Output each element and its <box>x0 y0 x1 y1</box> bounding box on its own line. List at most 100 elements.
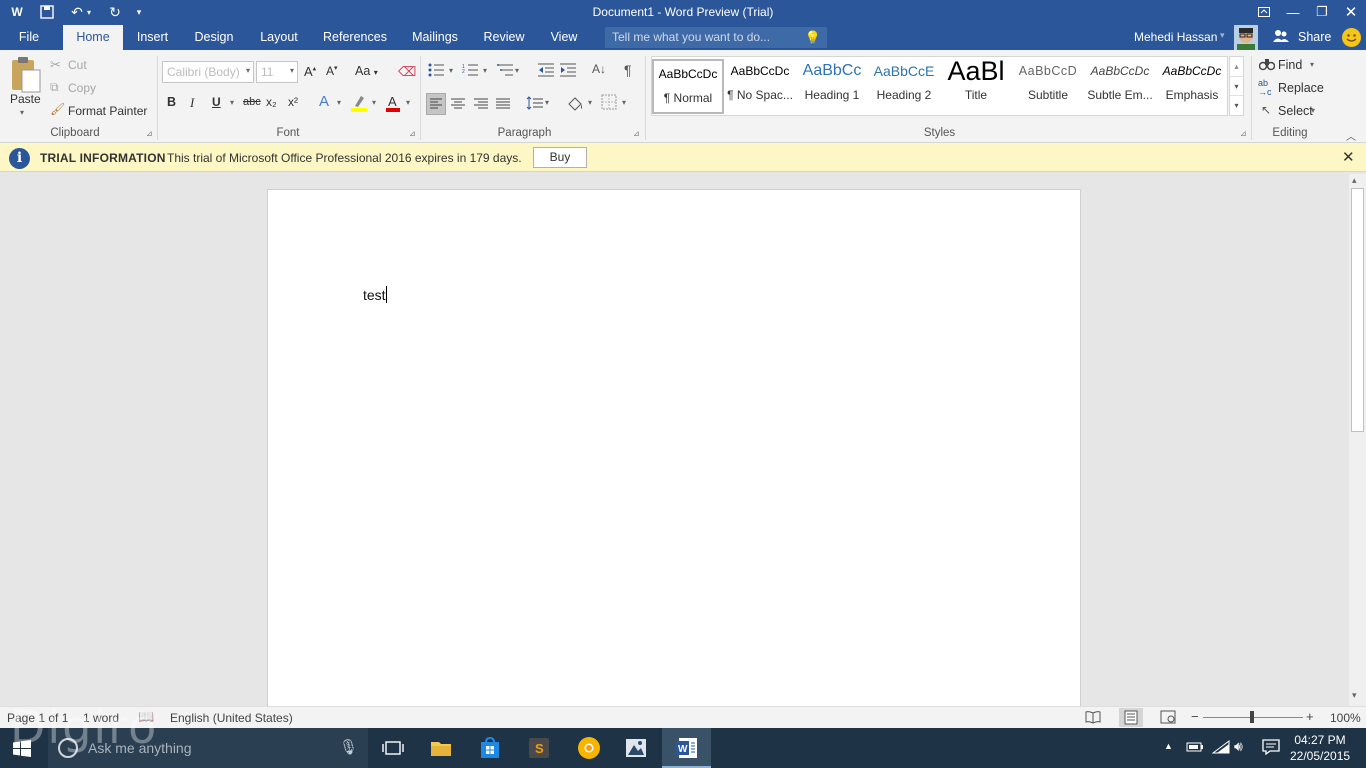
action-center-icon[interactable] <box>1262 739 1280 758</box>
select-button[interactable]: Select <box>1278 104 1313 118</box>
styles-scroll-down-icon[interactable]: ▾ <box>1230 76 1243 95</box>
line-spacing-icon[interactable] <box>526 94 544 117</box>
borders-dropdown-icon[interactable]: ▾ <box>622 98 626 107</box>
show-formatting-marks-icon[interactable]: ¶ <box>624 62 632 78</box>
copy-button[interactable]: Copy <box>68 81 96 95</box>
tab-mailings[interactable]: Mailings <box>405 25 465 50</box>
ribbon-display-options-icon[interactable] <box>1250 0 1278 24</box>
text-effects-icon[interactable]: A <box>319 93 329 110</box>
volume-icon[interactable]: 🔊︎ <box>1234 738 1243 755</box>
styles-scroll-up-icon[interactable]: ▴ <box>1230 57 1243 76</box>
photo-app-icon[interactable] <box>624 736 648 760</box>
word-taskbar-button[interactable]: W <box>662 728 711 768</box>
clock-date[interactable]: 22/05/2015 <box>1290 749 1350 763</box>
scrollbar-thumb[interactable] <box>1351 188 1364 432</box>
style-heading-1[interactable]: AaBbCc Heading 1 <box>796 58 868 113</box>
styles-launcher-icon[interactable]: ⊿ <box>1240 129 1247 138</box>
font-launcher-icon[interactable]: ⊿ <box>409 129 416 138</box>
chrome-icon[interactable] <box>577 736 601 760</box>
zoom-out-icon[interactable]: − <box>1191 709 1199 724</box>
numbering-dropdown-icon[interactable]: ▾ <box>483 66 487 75</box>
task-view-icon[interactable] <box>381 736 405 760</box>
shading-dropdown-icon[interactable]: ▾ <box>588 98 592 107</box>
tell-me-search[interactable]: Tell me what you want to do... 💡 <box>605 27 827 48</box>
wifi-icon[interactable] <box>1211 740 1230 757</box>
microphone-icon[interactable]: 🎙 <box>339 728 358 768</box>
line-spacing-dropdown-icon[interactable]: ▾ <box>545 98 549 107</box>
underline-button[interactable]: U <box>212 95 221 109</box>
borders-icon[interactable] <box>601 94 617 113</box>
close-icon[interactable]: ✕ <box>1337 0 1365 24</box>
text-effects-dropdown-icon[interactable]: ▾ <box>337 98 341 107</box>
avatar[interactable] <box>1234 25 1258 50</box>
justify-icon[interactable] <box>494 94 512 117</box>
tab-file[interactable]: File <box>8 25 50 50</box>
user-dropdown-icon[interactable]: ▾ <box>1220 30 1225 41</box>
decrease-indent-icon[interactable] <box>538 63 554 80</box>
paragraph-launcher-icon[interactable]: ⊿ <box>633 129 640 138</box>
font-color-icon[interactable]: A <box>385 94 401 112</box>
clear-formatting-icon[interactable]: ⌫ <box>398 64 416 80</box>
style-subtitle[interactable]: AaBbCcD Subtitle <box>1012 58 1084 113</box>
align-right-icon[interactable] <box>472 94 490 117</box>
underline-dropdown-icon[interactable]: ▾ <box>230 98 234 107</box>
collapse-ribbon-icon[interactable]: ︿ <box>1346 128 1356 143</box>
find-button[interactable]: Find <box>1278 58 1302 72</box>
format-painter-button[interactable]: Format Painter <box>68 104 147 118</box>
find-dropdown-icon[interactable]: ▾ <box>1310 60 1314 69</box>
grow-font-icon[interactable]: A▴ <box>304 64 316 79</box>
tab-home[interactable]: Home <box>63 25 123 50</box>
share-icon[interactable] <box>1273 29 1289 46</box>
sort-icon[interactable]: A↓ <box>592 62 606 76</box>
style-emphasis[interactable]: AaBbCcDc Emphasis <box>1156 58 1228 113</box>
tab-design[interactable]: Design <box>190 25 238 50</box>
document-body-text[interactable]: test <box>363 287 386 303</box>
bullets-icon[interactable] <box>428 63 444 80</box>
style-normal[interactable]: AaBbCcDc ¶ Normal <box>652 59 724 114</box>
style-heading-2[interactable]: AaBbCcE Heading 2 <box>868 58 940 113</box>
highlight-dropdown-icon[interactable]: ▾ <box>372 98 376 107</box>
paste-icon[interactable] <box>8 56 42 96</box>
replace-button[interactable]: Replace <box>1278 81 1324 95</box>
store-icon[interactable] <box>478 736 502 760</box>
bold-button[interactable]: B <box>167 95 176 109</box>
styles-more-icon[interactable]: ▾ <box>1230 95 1243 114</box>
align-left-button[interactable] <box>426 93 446 115</box>
restore-icon[interactable]: ❐ <box>1308 0 1336 24</box>
zoom-level[interactable]: 100% <box>1330 711 1361 725</box>
sublime-text-icon[interactable]: S <box>527 736 551 760</box>
strikethrough-button[interactable]: abc <box>243 96 261 108</box>
web-layout-icon[interactable] <box>1160 710 1176 727</box>
read-mode-icon[interactable] <box>1085 710 1101 727</box>
cut-button[interactable]: Cut <box>68 58 87 72</box>
align-center-icon[interactable] <box>449 94 467 117</box>
style-title[interactable]: AaBl Title <box>940 58 1012 113</box>
superscript-button[interactable]: x² <box>288 95 298 109</box>
font-size-select[interactable]: 11 ▾ <box>256 61 298 83</box>
buy-button[interactable]: Buy <box>533 147 587 168</box>
font-family-select[interactable]: Calibri (Body) ▾ <box>162 61 254 83</box>
multilevel-list-icon[interactable] <box>497 63 513 80</box>
style-subtle-emphasis[interactable]: AaBbCcDc Subtle Em... <box>1084 58 1156 113</box>
tab-references[interactable]: References <box>320 25 390 50</box>
zoom-slider-thumb[interactable] <box>1250 711 1254 723</box>
show-hidden-icons-icon[interactable]: ▲ <box>1164 741 1173 751</box>
italic-button[interactable]: I <box>190 95 194 111</box>
paste-dropdown-icon[interactable]: ▾ <box>20 108 24 117</box>
minimize-icon[interactable]: — <box>1279 0 1307 24</box>
clock-time[interactable]: 04:27 PM <box>1290 733 1350 747</box>
select-dropdown-icon[interactable]: ▾ <box>1311 106 1315 115</box>
scroll-up-icon[interactable]: ▴ <box>1352 175 1357 186</box>
style-no-spacing[interactable]: AaBbCcDc ¶ No Spac... <box>724 58 796 113</box>
close-icon[interactable]: ✕ <box>1342 148 1355 166</box>
highlight-icon[interactable] <box>350 94 368 112</box>
change-case-button[interactable]: Aa ▾ <box>355 64 378 78</box>
print-layout-button[interactable] <box>1119 708 1143 727</box>
feedback-smiley-icon[interactable] <box>1342 28 1361 47</box>
share-button[interactable]: Share <box>1298 30 1331 44</box>
tab-view[interactable]: View <box>545 25 583 50</box>
document-page[interactable]: test <box>267 189 1081 719</box>
paste-button[interactable]: Paste <box>10 92 41 106</box>
shading-icon[interactable] <box>566 94 584 117</box>
tab-insert[interactable]: Insert <box>130 25 175 50</box>
